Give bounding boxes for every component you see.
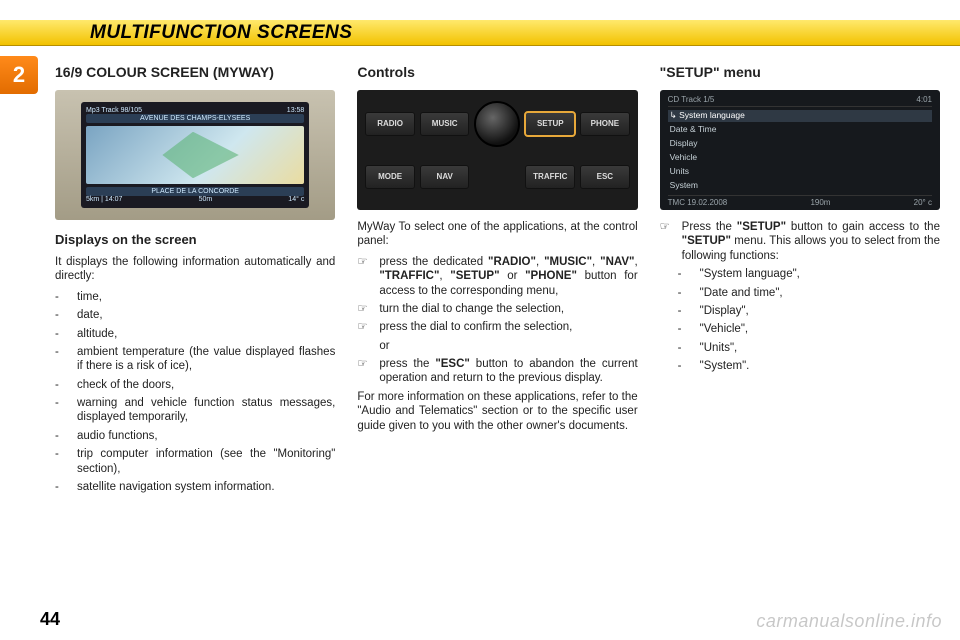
col1-subheading: Displays on the screen (55, 232, 335, 247)
list-item: -warning and vehicle function status mes… (55, 396, 335, 425)
col3-heading: "SETUP" menu (660, 64, 940, 80)
bot-date: TMC 19.02.2008 (668, 198, 728, 207)
control-panel-photo: RADIO MUSIC SETUP PHONE MODE NAV TRAFFIC… (357, 90, 637, 210)
list-item: -trip computer information (see the "Mon… (55, 447, 335, 476)
chapter-tab: 2 (0, 56, 38, 94)
header-band: MULTIFUNCTION SCREENS (0, 20, 960, 46)
esc-button: ESC (580, 165, 630, 189)
nav-screen-photo: Mp3 Track 98/105 13:58 AVENUE DES CHAMPS… (55, 90, 335, 220)
cd-track: CD Track 1/5 (668, 95, 715, 104)
list-item: -"Units", (678, 341, 940, 355)
list-item: -"Display", (678, 304, 940, 318)
list-item: -audio functions, (55, 429, 335, 443)
col2-steps: ☞ press the dedicated "RADIO", "MUSIC", … (357, 255, 637, 386)
menu-item: Units (668, 166, 932, 177)
col1-heading: 16/9 COLOUR SCREEN (MYWAY) (55, 64, 335, 80)
music-button: MUSIC (420, 112, 470, 136)
list-item: -"System language", (678, 267, 940, 281)
menu-item: Display (668, 138, 932, 149)
nav-map-graphic (86, 126, 304, 184)
col1-intro: It displays the following information au… (55, 255, 335, 284)
menu-item: Date & Time (668, 124, 932, 135)
traffic-button: TRAFFIC (525, 165, 575, 189)
list-item: ☞ Press the "SETUP" button to gain acces… (660, 220, 940, 263)
watermark: carmanualsonline.info (756, 611, 942, 632)
mode-button: MODE (365, 165, 415, 189)
column-1: 16/9 COLOUR SCREEN (MYWAY) Mp3 Track 98/… (55, 50, 335, 602)
list-item: ☞ press the dedicated "RADIO", "MUSIC", … (357, 255, 637, 298)
page-title: MULTIFUNCTION SCREENS (90, 22, 352, 44)
col2-outro: For more information on these applicatio… (357, 390, 637, 433)
list-item: -"Vehicle", (678, 322, 940, 336)
list-item: -date, (55, 308, 335, 322)
btn-row-1: RADIO MUSIC SETUP PHONE (365, 100, 629, 147)
nav-track: Mp3 Track 98/105 (86, 107, 142, 114)
bot-temp: 20° c (914, 198, 932, 207)
nav-clock: 13:58 (287, 107, 305, 114)
list-item: ☞turn the dial to change the selection, (357, 302, 637, 316)
radio-button: RADIO (365, 112, 415, 136)
list-item: -check of the doors, (55, 378, 335, 392)
col3-list: -"System language", -"Date and time", -"… (660, 267, 940, 373)
setup-menu-list: ↳ System language Date & Time Display Ve… (668, 109, 932, 193)
menu-item: System (668, 180, 932, 191)
nav-screen-mock: Mp3 Track 98/105 13:58 AVENUE DES CHAMPS… (81, 102, 309, 208)
menu-item: ↳ System language (668, 110, 932, 121)
list-item: -time, (55, 290, 335, 304)
setup-button: SETUP (525, 112, 575, 136)
phone-button: PHONE (580, 112, 630, 136)
nav-eta: 5km | 14:07 (86, 196, 122, 203)
col2-heading: Controls (357, 64, 637, 80)
btn-row-2: MODE NAV TRAFFIC ESC (365, 153, 629, 200)
cd-clock: 4:01 (916, 95, 932, 104)
menu-item: Vehicle (668, 152, 932, 163)
column-3: "SETUP" menu CD Track 1/5 4:01 ↳ System … (660, 50, 940, 602)
list-item: -"System". (678, 359, 940, 373)
nav-dist: 50m (199, 196, 213, 203)
list-item: ☞press the dial to confirm the selection… (357, 320, 637, 334)
nav-temp: 14° c (288, 196, 304, 203)
bot-alt: 190m (810, 198, 830, 207)
list-item: -"Date and time", (678, 286, 940, 300)
nav-street: AVENUE DES CHAMPS-ELYSEES (86, 114, 304, 123)
rotary-dial (474, 101, 520, 147)
column-2: Controls RADIO MUSIC SETUP PHONE MODE NA… (357, 50, 637, 602)
list-item: -ambient temperature (the value displaye… (55, 345, 335, 374)
list-item: or (357, 339, 637, 353)
page-number: 44 (40, 609, 60, 630)
col2-intro: MyWay To select one of the applications,… (357, 220, 637, 249)
nav-substreet: PLACE DE LA CONCORDE (86, 187, 304, 196)
page-body: 16/9 COLOUR SCREEN (MYWAY) Mp3 Track 98/… (55, 50, 940, 602)
list-item: ☞ press the "ESC" button to abandon the … (357, 357, 637, 386)
nav-button: NAV (420, 165, 470, 189)
col1-list: -time, -date, -altitude, -ambient temper… (55, 290, 335, 495)
col3-lead: ☞ Press the "SETUP" button to gain acces… (660, 220, 940, 263)
list-item: -satellite navigation system information… (55, 480, 335, 494)
setup-menu-photo: CD Track 1/5 4:01 ↳ System language Date… (660, 90, 940, 210)
list-item: -altitude, (55, 327, 335, 341)
